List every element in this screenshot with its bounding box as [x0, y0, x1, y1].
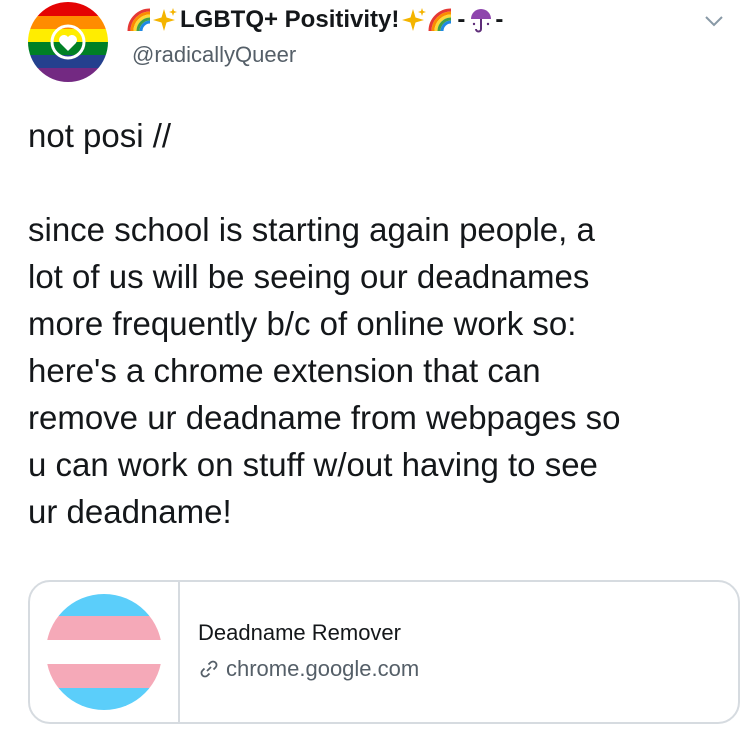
avatar[interactable] [28, 2, 108, 82]
name-separator: - [457, 6, 466, 33]
card-thumbnail [30, 582, 180, 722]
sparkles-icon [153, 8, 177, 31]
card-domain-text: chrome.google.com [226, 656, 420, 681]
card-domain: chrome.google.com [198, 656, 419, 682]
rainbow-icon [127, 8, 151, 32]
rainbow-icon [428, 8, 452, 32]
link-icon [200, 660, 218, 678]
link-card[interactable]: Deadname Remover chrome.google.com [28, 580, 740, 724]
display-name-text: LGBTQ+ Positivity! [180, 6, 400, 33]
tweet-text: not posi // since school is starting aga… [28, 117, 621, 530]
trans-flag-icon [46, 594, 162, 710]
card-title: Deadname Remover [198, 620, 401, 645]
tweet: LGBTQ+ Positivity! - - @radicallyQueer n… [0, 0, 750, 729]
rainbow-heart-avatar-icon [28, 2, 108, 82]
author-handle[interactable]: @radicallyQueer [132, 42, 296, 68]
sparkles-icon [402, 8, 427, 31]
chevron-down-icon[interactable] [700, 10, 728, 32]
umbrella-icon [471, 9, 492, 33]
name-separator: - [495, 6, 504, 33]
display-name[interactable]: LGBTQ+ Positivity! - - [126, 2, 503, 38]
